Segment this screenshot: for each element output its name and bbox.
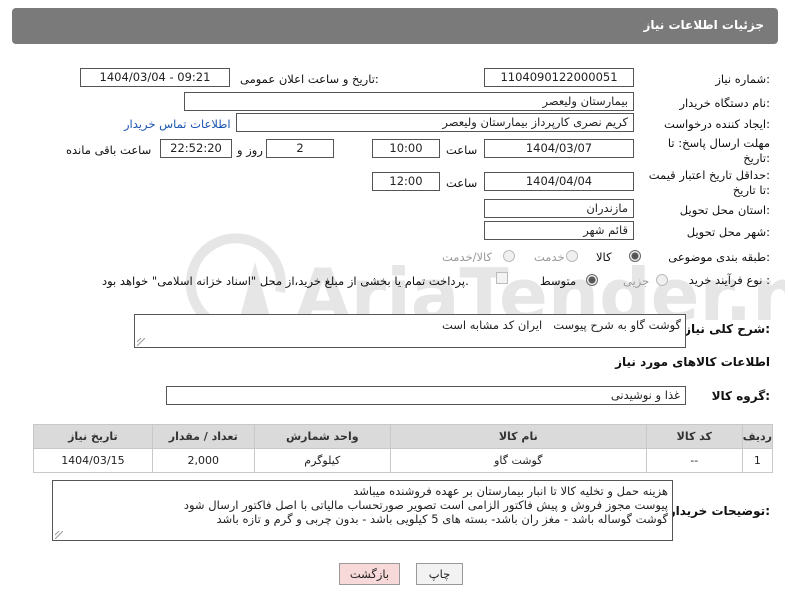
process-radio-medium[interactable]: [586, 274, 598, 286]
city-field: قائم شهر: [484, 221, 634, 240]
col-unit: واحد شمارش: [253, 424, 391, 449]
cell-unit: کیلوگرم: [253, 448, 391, 473]
cell-row: 1: [741, 448, 774, 473]
deadline-label-1: مهلت ارسال پاسخ: تا: [667, 136, 770, 150]
buyer-note-line-1: هزینه حمل و تخلیه کالا تا انبار بیمارستا…: [353, 484, 668, 498]
announce-label: تاریخ و ساعت اعلان عمومی:: [240, 72, 379, 86]
price-validity-time-label: ساعت: [446, 176, 478, 190]
buyer-org-label: نام دستگاه خریدار:: [679, 96, 770, 110]
creator-label: ایجاد کننده درخواست:: [664, 117, 770, 131]
remaining-label: ساعت باقی مانده: [66, 143, 152, 157]
announce-datetime-field: 1404/03/04 - 09:21: [80, 68, 230, 87]
days-remaining-field: 2: [266, 139, 334, 158]
remaining-time-field: 22:52:20: [160, 139, 232, 158]
col-date: تاریخ نیاز: [33, 424, 153, 449]
buyer-note-line-3: گوشت گوساله باشد - مغز ران باشد- بسته ها…: [216, 512, 668, 526]
payment-checkbox[interactable]: [496, 272, 508, 284]
buyer-contact-link[interactable]: اطلاعات تماس خریدار: [124, 117, 231, 131]
price-validity-label-2: تا تاریخ:: [732, 183, 770, 197]
goods-group-label: گروه کالا:: [711, 389, 770, 403]
deadline-label-2: تاریخ:: [743, 151, 770, 165]
summary-text: گوشت گاو به شرح پیوست ایران کد مشابه است: [441, 318, 681, 332]
need-number-label: شماره نیاز:: [715, 72, 770, 86]
creator-field: کریم نصری کارپرداز بیمارستان ولیعصر: [236, 113, 634, 132]
category-option-service: خدمت: [534, 250, 565, 264]
table-row: 1 -- گوشت گاو کیلوگرم 2,000 1404/03/15: [33, 448, 774, 473]
category-radio-goods-service[interactable]: [503, 250, 515, 262]
category-label: طبقه بندی موضوعی:: [668, 250, 770, 264]
col-name: نام کالا: [389, 424, 647, 449]
col-row: ردیف: [741, 424, 774, 449]
goods-table-header: ردیف کد کالا نام کالا واحد شمارش تعداد /…: [33, 424, 774, 449]
page-header: جزئیات اطلاعات نیاز: [12, 8, 778, 44]
category-radio-goods[interactable]: [629, 250, 641, 262]
price-validity-time-field: 12:00: [372, 172, 440, 191]
province-label: استان محل تحویل:: [679, 203, 770, 217]
page-title: جزئیات اطلاعات نیاز: [643, 18, 764, 32]
process-label: نوع فرآیند خرید :: [688, 273, 770, 287]
goods-group-field: غذا و نوشیدنی: [166, 386, 686, 405]
cell-name: گوشت گاو: [389, 448, 647, 473]
province-field: مازندران: [484, 199, 634, 218]
cell-code: --: [645, 448, 743, 473]
buyer-org-field: بیمارستان ولیعصر: [184, 92, 634, 111]
col-qty: تعداد / مقدار: [151, 424, 255, 449]
deadline-time-label: ساعت: [446, 143, 478, 157]
category-radio-service[interactable]: [566, 250, 578, 262]
col-code: کد کالا: [645, 424, 743, 449]
process-radio-small[interactable]: [656, 274, 668, 286]
process-option-small: جزیی: [623, 274, 650, 288]
resize-grip-icon: [137, 338, 145, 346]
deadline-date-field: 1404/03/07: [484, 139, 634, 158]
days-label: روز و: [237, 143, 263, 157]
category-option-goods-service: کالا/خدمت: [442, 250, 493, 264]
goods-section-title: اطلاعات کالاهای مورد نیاز: [615, 355, 770, 369]
city-label: شهر محل تحویل:: [686, 225, 770, 239]
goods-table: ردیف کد کالا نام کالا واحد شمارش تعداد /…: [33, 424, 774, 473]
category-option-goods: کالا: [596, 250, 612, 264]
payment-note: پرداخت تمام یا بخشی از مبلغ خرید،از محل …: [102, 274, 469, 288]
cell-date: 1404/03/15: [33, 448, 153, 473]
cell-qty: 2,000: [151, 448, 255, 473]
buyer-note-line-2: پیوست مجوز فروش و پیش فاکتور الزامی است …: [183, 498, 668, 512]
buyer-notes-label: توضیحات خریدار:: [668, 504, 770, 518]
buyer-notes-textarea: هزینه حمل و تخلیه کالا تا انبار بیمارستا…: [52, 480, 673, 541]
summary-textarea: گوشت گاو به شرح پیوست ایران کد مشابه است: [134, 314, 686, 348]
deadline-time-field: 10:00: [372, 139, 440, 158]
process-option-medium: متوسط: [540, 274, 577, 288]
need-number-field: 1104090122000051: [484, 68, 634, 87]
back-button[interactable]: بازگشت: [339, 563, 400, 585]
summary-label: شرح کلی نیاز:: [684, 322, 770, 336]
price-validity-date-field: 1404/04/04: [484, 172, 634, 191]
print-button[interactable]: چاپ: [416, 563, 463, 585]
price-validity-label-1: حداقل تاریخ اعتبار قیمت:: [648, 168, 770, 182]
resize-grip-icon: [55, 531, 63, 539]
